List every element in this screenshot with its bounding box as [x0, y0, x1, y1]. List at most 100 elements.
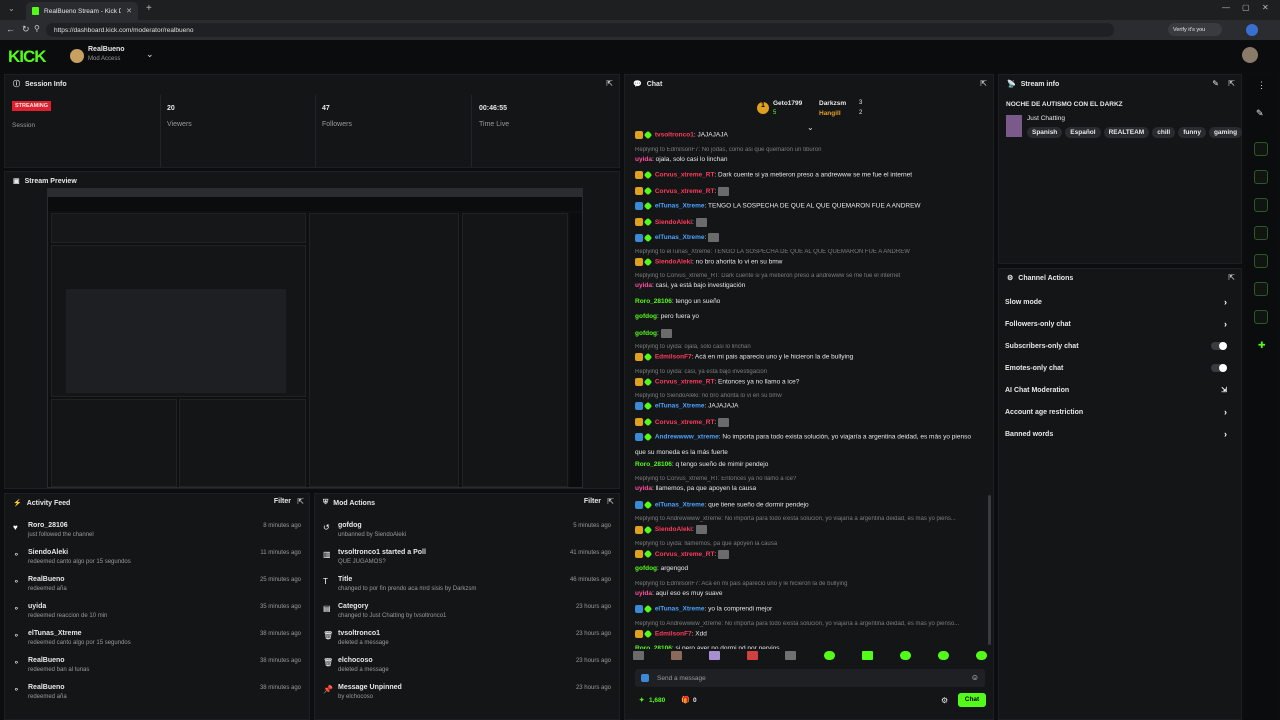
chat-message[interactable]: SiendoAleki: [635, 217, 981, 227]
mod-filter-button[interactable]: Filter [584, 498, 601, 505]
quick-action-button[interactable] [1254, 254, 1268, 268]
stream-tag[interactable]: chill [1152, 127, 1176, 138]
chat-reply-context[interactable]: Replying to uyida: ojalá, solo casi lo l… [635, 344, 981, 350]
chat-username[interactable]: SiendoAleki [655, 258, 692, 265]
toggle-switch[interactable] [1211, 342, 1227, 350]
channel-action-emotes-only-chat[interactable]: Emotes-only chat [1005, 357, 1227, 379]
browser-tab[interactable]: RealBueno Stream - Kick Dashbo... ✕ [26, 2, 138, 20]
popout-icon[interactable]: ⇱ [1228, 79, 1235, 88]
chat-username[interactable]: uyida [635, 590, 652, 597]
emote-icon[interactable] [899, 651, 911, 660]
channel-action-account-age-restriction[interactable]: Account age restriction › [1005, 401, 1227, 423]
activity-user[interactable]: uyida [28, 603, 46, 610]
chat-username[interactable]: elTunas_Xtreme [655, 234, 705, 241]
mod-action-item[interactable]: ▥ tvsoltronco1 started a Poll QUE JUGAMOS?… [315, 547, 619, 573]
chat-username[interactable]: uyida [635, 156, 652, 163]
browser-profile-icon[interactable] [1246, 24, 1258, 36]
mod-action-item[interactable]: ▤ Category changed to Just Chatting by tvs… [315, 601, 619, 627]
chat-username[interactable]: gofdog [635, 313, 657, 320]
channel-action-banned-words[interactable]: Banned words › [1005, 423, 1227, 445]
tab-close-icon[interactable]: ✕ [126, 7, 132, 15]
chat-reply-context[interactable]: Replying to elTunas_Xtreme: TENGO LA SOS… [635, 249, 981, 255]
stream-tag[interactable]: REALTEAM [1103, 127, 1150, 138]
chat-username[interactable]: Roro_28106 [635, 461, 672, 468]
mod-action-item[interactable]: T Title changed to por fin prendo aca mrd … [315, 574, 619, 600]
chat-message[interactable]: elTunas_Xtreme: yo la comprendi mejor [635, 605, 981, 613]
chat-username[interactable]: Corvus_xtreme_RT [655, 419, 715, 426]
chat-username[interactable]: Corvus_xtreme_RT [655, 188, 715, 195]
quick-action-button[interactable] [1254, 198, 1268, 212]
activity-feed-item[interactable]: ⚬ SiendoAleki redeemed canto algo por 15 s… [5, 547, 309, 573]
chat-message[interactable]: Corvus_xtreme_RT: [635, 186, 981, 196]
chat-username[interactable]: gofdog [635, 330, 657, 337]
chat-reply-context[interactable]: Replying to Corvus_xtreme_RT: Dark cuent… [635, 273, 981, 279]
chat-settings-gear-icon[interactable]: ⚙ [941, 696, 948, 705]
chat-username[interactable]: SiendoAleki [655, 219, 692, 226]
chat-username[interactable]: Corvus_xtreme_RT [655, 551, 715, 558]
window-close-icon[interactable]: ✕ [1262, 3, 1269, 12]
chat-message[interactable]: SiendoAleki: [635, 525, 981, 534]
chat-message[interactable]: uyida: aquí eso es muy suave [635, 590, 981, 597]
activity-feed-item[interactable]: ⚬ RealBueno redeemed aña 25 minutes ago [5, 574, 309, 600]
emoji-picker-icon[interactable]: ☺ [971, 673, 979, 682]
chat-message[interactable]: EdmilsonF7: Xdd [635, 629, 981, 638]
chat-message[interactable]: Corvus_xtreme_RT: Entonces ya no llamo a… [635, 377, 981, 386]
stream-tag[interactable]: funny [1178, 127, 1206, 138]
stream-video-player[interactable] [47, 188, 583, 488]
mod-action-item[interactable]: 🗑 tvsoltronco1 deleted a message 23 hours a… [315, 628, 619, 654]
minimize-icon[interactable]: — [1222, 3, 1230, 12]
activity-feed-item[interactable]: ⚬ RealBueno redeemed aña 38 minutes ago [5, 682, 309, 708]
chat-scrollbar[interactable] [988, 495, 991, 645]
emote-icon[interactable] [709, 651, 721, 660]
activity-feed-item[interactable]: ♥ Roro_28106 just followed the channel 8 mi… [5, 520, 309, 546]
chat-username[interactable]: Corvus_xtreme_RT [655, 172, 715, 179]
quick-action-button[interactable] [1254, 226, 1268, 240]
chat-message[interactable]: gofdog: argengod [635, 565, 981, 572]
activity-user[interactable]: RealBueno [28, 657, 65, 664]
chat-reply-context[interactable]: Replying to Andrewwww_xtreme: No importa… [635, 621, 981, 627]
chat-reply-context[interactable]: Replying to uyida: llamemos, pa que apoy… [635, 541, 981, 547]
chat-username[interactable]: elTunas_Xtreme [655, 403, 705, 410]
chat-message[interactable]: elTunas_Xtreme: que tiene sueño de dormi… [635, 500, 981, 509]
stream-tag[interactable]: Español [1065, 127, 1101, 138]
chat-username[interactable]: elTunas_Xtreme [655, 606, 705, 613]
chat-reply-context[interactable]: Replying to EdmilsonF7: No jodas, como a… [635, 147, 981, 153]
tab-menu-icon[interactable]: ⌄ [8, 4, 15, 13]
quick-action-button[interactable] [1254, 310, 1268, 324]
chat-username[interactable]: Andrewwww_xtreme [655, 434, 719, 441]
channel-switcher-chevron-icon[interactable]: ⌄ [146, 49, 154, 60]
activity-feed-item[interactable]: ⚬ uyida redeemed reaccion de 10 min 35 minu… [5, 601, 309, 627]
chat-message[interactable]: uyida: casi, ya está bajo investigación [635, 282, 981, 289]
emote-icon[interactable] [861, 651, 873, 660]
chat-message[interactable]: Roro_28106: tengo un sueño [635, 298, 981, 305]
channel-action-subscribers-only-chat[interactable]: Subscribers-only chat [1005, 335, 1227, 357]
chat-message[interactable]: gofdog: pero fuera yo [635, 313, 981, 320]
toggle-switch[interactable] [1211, 364, 1227, 372]
chat-username[interactable]: tvsoltronco1 [655, 132, 694, 139]
chat-username[interactable]: Roro_28106 [635, 645, 672, 649]
chat-reply-context[interactable]: Replying to uyida: casi, ya está bajo in… [635, 369, 981, 375]
quick-action-button[interactable] [1254, 170, 1268, 184]
chat-message[interactable]: tvsoltronco1: JAJAJAJA [635, 131, 981, 139]
popout-icon[interactable]: ⇱ [1228, 273, 1235, 282]
activity-feed-item[interactable]: ⚬ RealBueno redeemed ban al tunas 38 minute… [5, 655, 309, 681]
activity-feed-item[interactable]: ⚬ elTunas_Xtreme redeemed canto algo por 1… [5, 628, 309, 654]
emote-icon[interactable] [747, 651, 759, 660]
stream-tag[interactable]: Spanish [1027, 127, 1063, 138]
emote-icon[interactable] [937, 651, 949, 660]
stream-tag[interactable]: gaming [1208, 127, 1243, 138]
mod-action-item[interactable]: 📌 Message Unpinned by elchocoso 23 hours ag… [315, 682, 619, 708]
activity-filter-button[interactable]: Filter [274, 498, 291, 505]
emote-icon[interactable] [975, 651, 987, 660]
quick-action-button[interactable] [1254, 282, 1268, 296]
chat-reply-context[interactable]: Replying to EdmilsonF7: Acá en mi pais a… [635, 581, 981, 587]
chat-message[interactable]: uyida: ojala, solo casi lo linchan [635, 156, 981, 163]
chat-message[interactable]: Roro_28106: q tengo sueño de mimir pende… [635, 461, 981, 468]
channel-points-icon[interactable]: ✦ [639, 696, 644, 704]
back-icon[interactable]: ← [6, 24, 15, 34]
add-action-icon[interactable]: ✚ [1258, 340, 1266, 351]
emote-icon[interactable] [823, 651, 835, 660]
kick-logo[interactable]: KICK [8, 47, 47, 67]
edit-pencil-icon[interactable]: ✎ [1212, 79, 1219, 88]
chat-username[interactable]: SiendoAleki [655, 526, 692, 533]
